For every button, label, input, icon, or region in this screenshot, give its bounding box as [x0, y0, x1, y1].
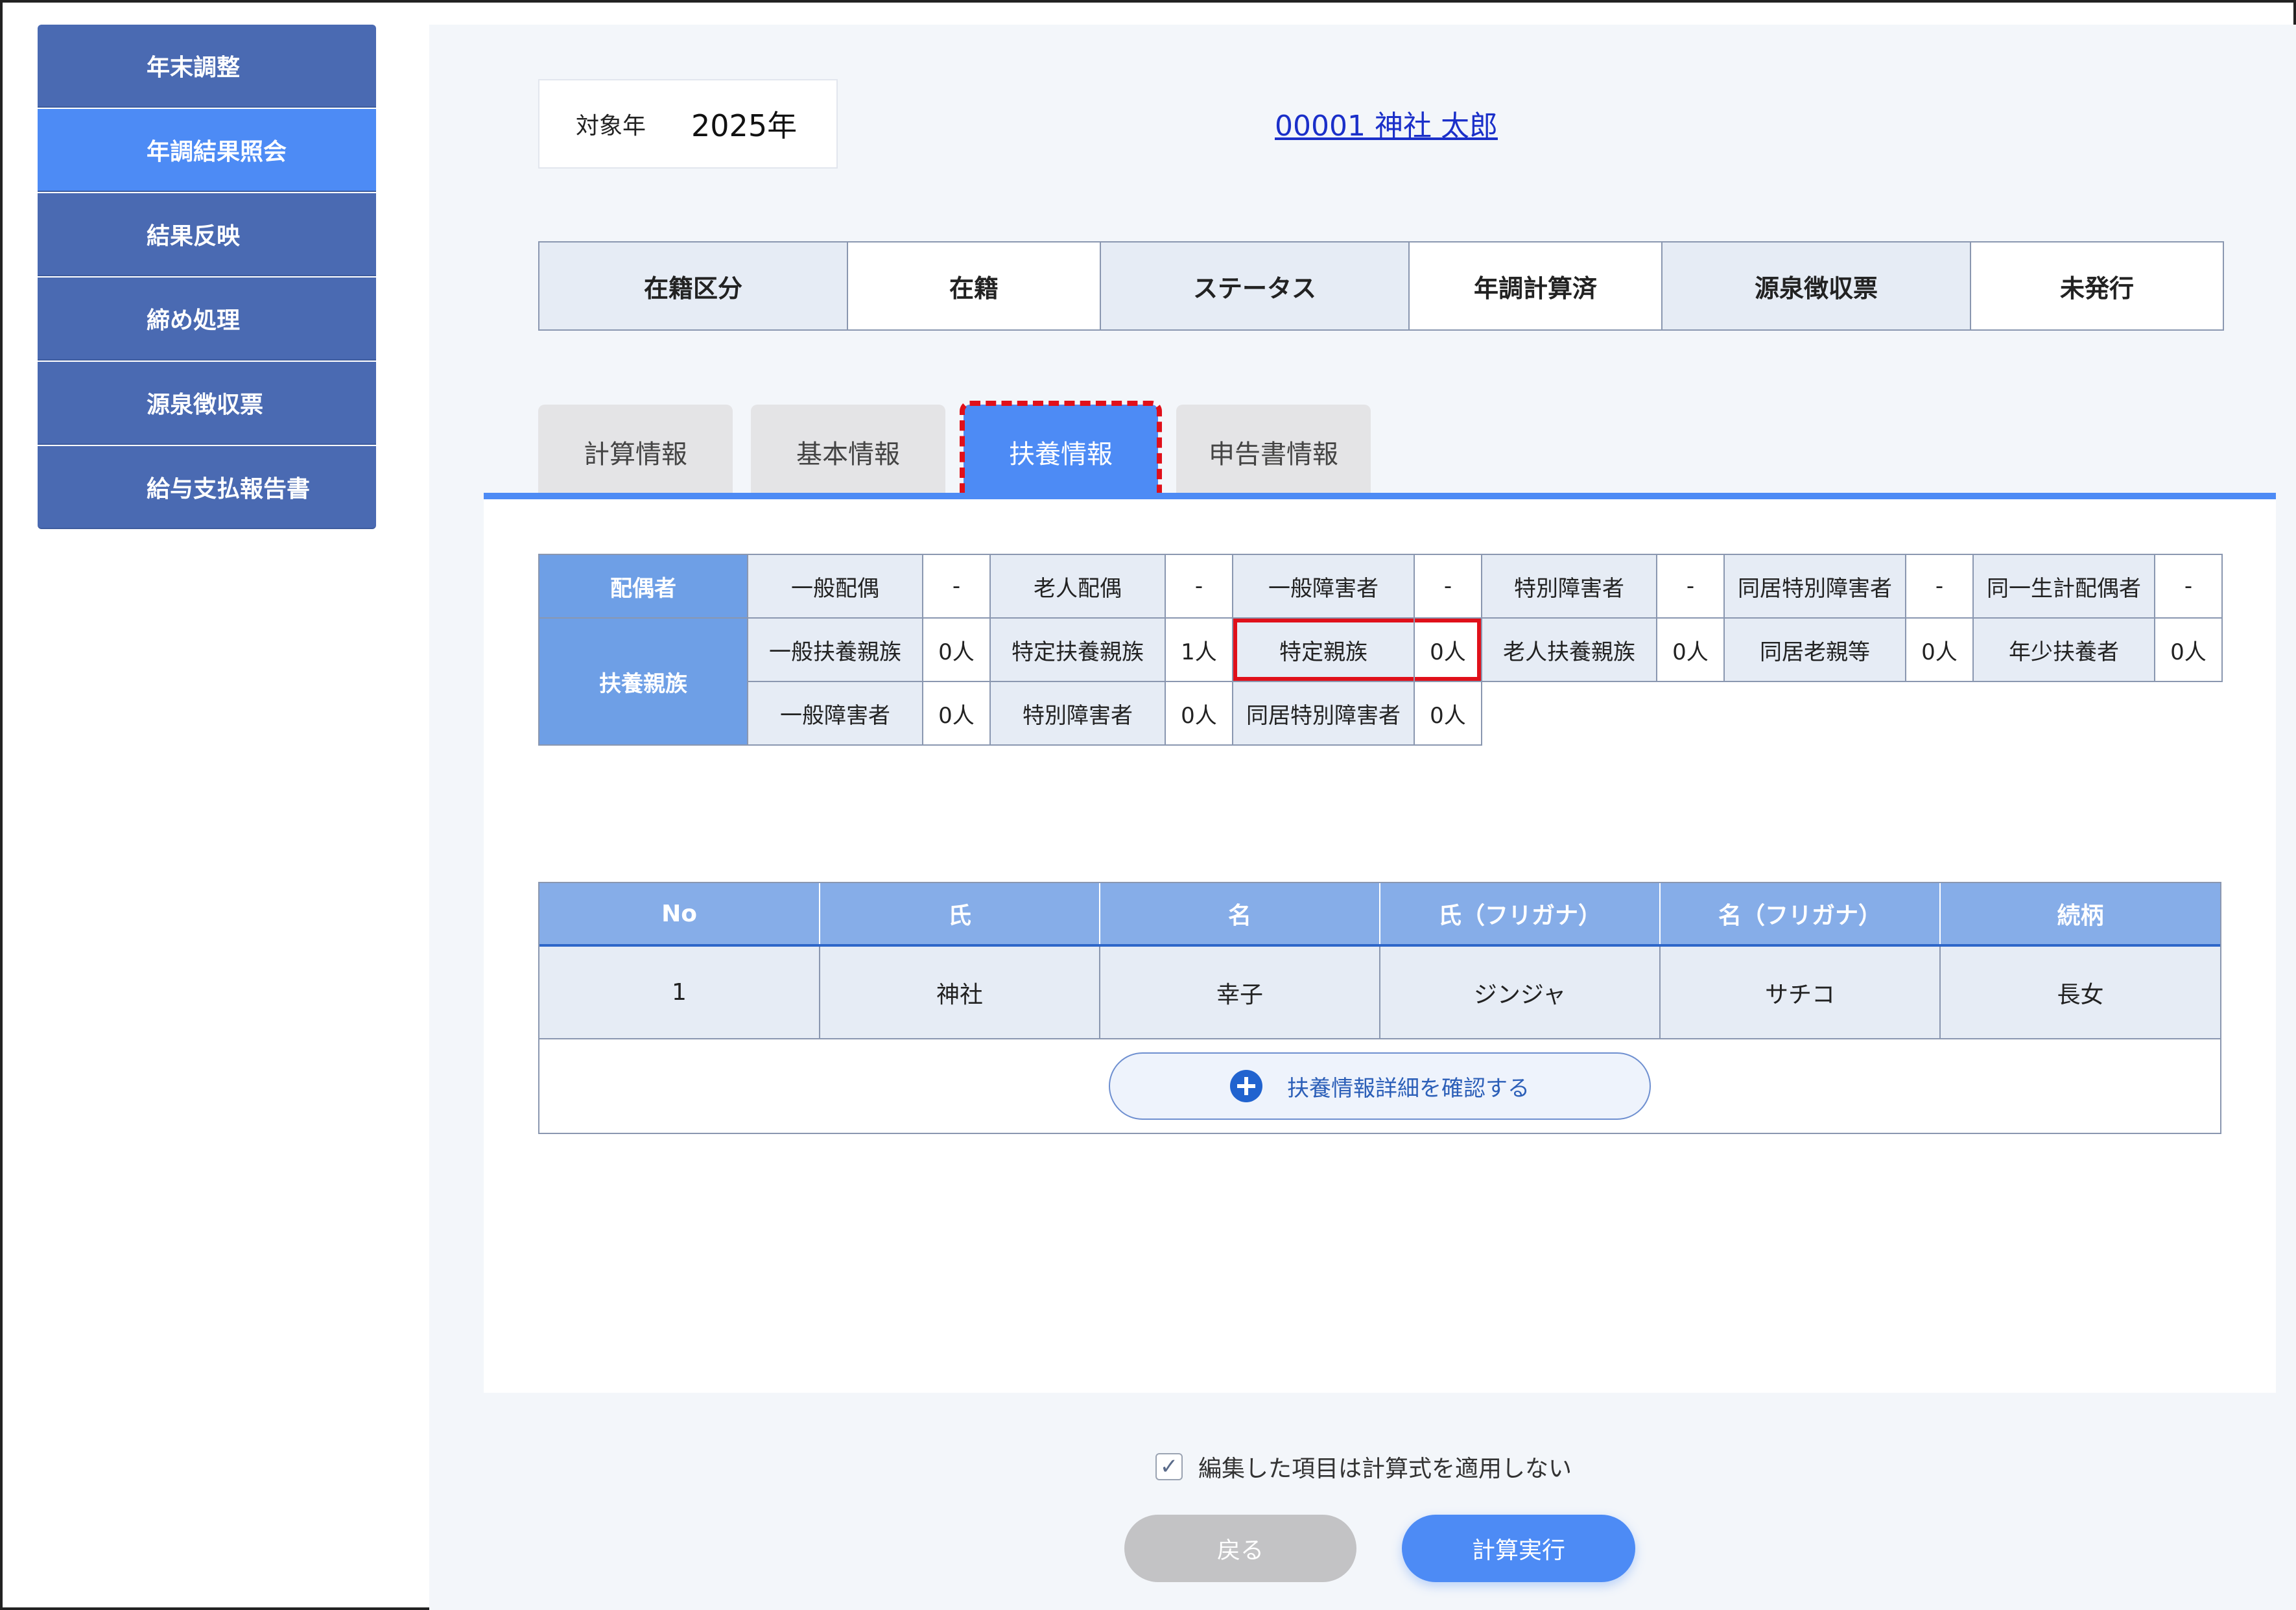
dep-value: 0人	[922, 617, 991, 682]
dep-label: 老人扶養親族	[1481, 617, 1657, 682]
target-year-box: 対象年 2025年	[538, 79, 838, 169]
cell-no: 1	[539, 945, 820, 1039]
dep-value: -	[1656, 554, 1725, 619]
dep-value: 0人	[922, 681, 991, 746]
sidebar-item-result-inquiry[interactable]: 年調結果照会	[38, 109, 376, 192]
col-first-name-kana: 名（フリガナ）	[1660, 883, 1941, 947]
cell-first-name: 幸子	[1100, 945, 1380, 1039]
employee-link[interactable]: 00001 神社 太郎	[1275, 102, 1498, 144]
sidebar: 年末調整 年調結果照会 結果反映 締め処理 源泉徴収票 給与支払報告書	[38, 25, 376, 530]
tab-bar: 計算情報 基本情報 扶養情報 申告書情報	[538, 401, 1389, 503]
target-year-label: 対象年	[576, 113, 646, 139]
dep-value: 0人	[1165, 681, 1233, 746]
dep-value-highlighted: 0人	[1414, 617, 1482, 682]
dep-label: 年少扶養者	[1972, 617, 2155, 682]
sidebar-item-label: 年調結果照会	[147, 139, 287, 165]
withholding-label: 源泉徴収票	[1663, 243, 1971, 329]
spouse-row-head: 配偶者	[538, 554, 748, 619]
dependents-list: No 氏 名 氏（フリガナ） 名（フリガナ） 続柄 1 神社 幸子 ジンジャ サ…	[538, 882, 2221, 1134]
sidebar-item-withholding-slip[interactable]: 源泉徴収票	[38, 362, 376, 445]
dep-label: 特別障害者	[1481, 554, 1657, 619]
sidebar-item-label: 結果反映	[147, 223, 241, 250]
col-first-name: 名	[1100, 883, 1380, 947]
run-calculation-button[interactable]: 計算実行	[1402, 1515, 1635, 1582]
dep-value: 0人	[1414, 681, 1482, 746]
sidebar-item-salary-report[interactable]: 給与支払報告書	[38, 446, 376, 529]
dep-label: 一般障害者	[1232, 554, 1415, 619]
dep-label: 一般扶養親族	[747, 617, 923, 682]
dependents-panel: 配偶者 一般配偶 - 老人配偶 - 一般障害者 - 特別障害者 - 同居特別障害…	[484, 499, 2276, 1393]
col-last-name: 氏	[820, 883, 1100, 947]
col-no: No	[539, 883, 820, 947]
family-row-1: 扶養親族 一般扶養親族 0人 特定扶養親族 1人 特定親族 0人 老人扶養親族 …	[538, 617, 2223, 746]
sidebar-item-year-end-adjustment[interactable]: 年末調整	[38, 25, 376, 108]
view-dependent-details-button[interactable]: 扶養情報詳細を確認する	[1109, 1052, 1651, 1120]
sidebar-item-label: 源泉徴収票	[147, 392, 264, 418]
dep-label: 同一生計配偶者	[1972, 554, 2155, 619]
spouse-row: 配偶者 一般配偶 - 老人配偶 - 一般障害者 - 特別障害者 - 同居特別障害…	[538, 554, 2223, 619]
no-formula-checkbox[interactable]: ✓	[1155, 1453, 1183, 1480]
tab-underline	[484, 493, 2276, 499]
dep-value: -	[1905, 554, 1974, 619]
option-row: ✓ 編集した項目は計算式を適用しない	[1155, 1450, 1572, 1484]
family-row-head: 扶養親族	[538, 617, 748, 746]
cell-relationship: 長女	[1940, 945, 2220, 1039]
tab-declaration-info[interactable]: 申告書情報	[1176, 405, 1371, 499]
dep-label: 特定扶養親族	[989, 617, 1166, 682]
col-relationship: 続柄	[1940, 883, 2220, 947]
no-formula-label: 編集した項目は計算式を適用しない	[1198, 1456, 1572, 1482]
dependents-summary-grid: 配偶者 一般配偶 - 老人配偶 - 一般障害者 - 特別障害者 - 同居特別障害…	[538, 554, 2223, 746]
dep-value: -	[1414, 554, 1482, 619]
enroll-value: 在籍	[848, 243, 1101, 329]
dep-value: 0人	[1905, 617, 1974, 682]
dep-value: 0人	[1656, 617, 1725, 682]
cell-first-name-kana: サチコ	[1660, 945, 1941, 1039]
dep-label: 一般配偶	[747, 554, 923, 619]
status-label: ステータス	[1101, 243, 1410, 329]
tab-dependents-info[interactable]: 扶養情報	[960, 401, 1162, 503]
dep-value: -	[1165, 554, 1233, 619]
table-row[interactable]: 1 神社 幸子 ジンジャ サチコ 長女	[539, 945, 2220, 1039]
dep-label: 同居老親等	[1723, 617, 1906, 682]
tab-basic-info[interactable]: 基本情報	[751, 405, 945, 499]
dep-value: -	[922, 554, 991, 619]
status-value: 年調計算済	[1410, 243, 1663, 329]
sidebar-item-label: 締め処理	[147, 307, 241, 334]
sidebar-item-label: 年末調整	[147, 54, 241, 81]
dep-value: -	[2154, 554, 2223, 619]
dep-label: 一般障害者	[747, 681, 923, 746]
sidebar-item-label: 給与支払報告書	[147, 476, 311, 503]
back-button[interactable]: 戻る	[1124, 1515, 1356, 1582]
plus-circle-icon	[1230, 1070, 1262, 1102]
dep-value: 1人	[1165, 617, 1233, 682]
dep-label: 同居特別障害者	[1723, 554, 1906, 619]
detail-row: 扶養情報詳細を確認する	[539, 1039, 2220, 1133]
enroll-label: 在籍区分	[539, 243, 848, 329]
dep-label: 老人配偶	[989, 554, 1166, 619]
target-year-value: 2025年	[691, 108, 798, 143]
app-frame: 年末調整 年調結果照会 結果反映 締め処理 源泉徴収票 給与支払報告書 対象年 …	[0, 0, 2296, 1610]
status-table: 在籍区分 在籍 ステータス 年調計算済 源泉徴収票 未発行	[538, 241, 2224, 331]
grid-empty	[1482, 681, 2222, 745]
dep-value: 0人	[2154, 617, 2223, 682]
family-row-2: 一般障害者 0人 特別障害者 0人 同居特別障害者 0人	[539, 681, 2222, 746]
main-area: 対象年 2025年 00001 神社 太郎 在籍区分 在籍 ステータス 年調計算…	[429, 25, 2296, 1610]
tab-calculation-info[interactable]: 計算情報	[538, 405, 733, 499]
col-last-name-kana: 氏（フリガナ）	[1380, 883, 1661, 947]
dep-label: 特別障害者	[989, 681, 1166, 746]
withholding-value: 未発行	[2059, 274, 2134, 303]
table-header-row: No 氏 名 氏（フリガナ） 名（フリガナ） 続柄	[539, 883, 2220, 947]
cell-last-name: 神社	[820, 945, 1100, 1039]
cell-last-name-kana: ジンジャ	[1380, 945, 1661, 1039]
detail-button-label: 扶養情報詳細を確認する	[1287, 1075, 1530, 1102]
dep-label-highlighted: 特定親族	[1232, 617, 1415, 682]
sidebar-item-closing[interactable]: 締め処理	[38, 278, 376, 361]
dependents-table: No 氏 名 氏（フリガナ） 名（フリガナ） 続柄 1 神社 幸子 ジンジャ サ…	[539, 883, 2220, 1039]
sidebar-item-result-reflect[interactable]: 結果反映	[38, 193, 376, 276]
dep-label: 同居特別障害者	[1232, 681, 1415, 746]
